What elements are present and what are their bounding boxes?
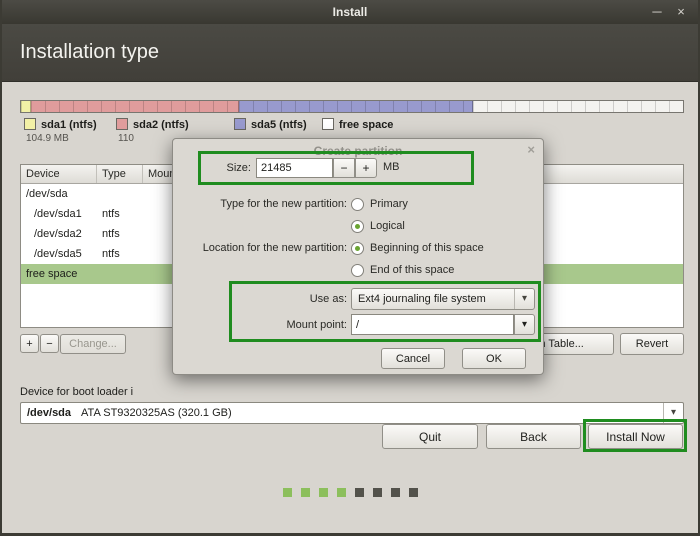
radio-end-label: End of this space	[370, 264, 454, 276]
radio-end-of-space[interactable]: End of this space	[351, 262, 454, 278]
page-title: Installation type	[20, 24, 698, 81]
cell-type: ntfs	[97, 208, 143, 220]
mount-point-dropdown-button[interactable]: ▾	[514, 314, 535, 335]
close-icon[interactable]: ×	[670, 0, 692, 24]
legend-swatch-sda1	[24, 118, 36, 130]
radio-icon-checked	[351, 220, 364, 233]
boot-device-details: ATA ST9320325AS (320.1 GB)	[81, 407, 232, 419]
install-now-button[interactable]: Install Now	[588, 424, 683, 449]
revert-button[interactable]: Revert	[620, 333, 684, 355]
use-as-label: Use as:	[173, 291, 347, 307]
legend-label: sda2 (ntfs)	[133, 119, 189, 131]
window-title: Install	[2, 0, 698, 24]
cell-device: /dev/sda1	[21, 208, 97, 220]
slideshow-dot	[373, 488, 382, 497]
legend-label: sda5 (ntfs)	[251, 119, 307, 131]
legend-item-free-space: free space	[322, 118, 393, 131]
cell-type: ntfs	[97, 248, 143, 260]
slideshow-dot-active	[301, 488, 310, 497]
create-partition-dialog: Create partition × Size: − + MB Type for…	[172, 138, 544, 375]
legend-item-sda1: sda1 (ntfs) 104.9 MB	[24, 118, 97, 144]
legend-label: sda1 (ntfs)	[41, 119, 97, 131]
mount-point-label: Mount point:	[173, 317, 347, 333]
legend-item-sda5: sda5 (ntfs)	[234, 118, 307, 131]
chevron-down-icon: ▾	[522, 319, 527, 330]
radio-beginning-of-space[interactable]: Beginning of this space	[351, 240, 484, 256]
size-unit-label: MB	[383, 161, 400, 173]
slideshow-dot	[355, 488, 364, 497]
size-label: Size:	[173, 160, 251, 176]
use-as-dropdown[interactable]: Ext4 journaling file system ▾	[351, 288, 535, 310]
partition-segment-free	[473, 101, 683, 112]
radio-icon-checked	[351, 242, 364, 255]
remove-partition-button[interactable]: −	[40, 334, 59, 353]
boot-device-dropdown[interactable]: /dev/sda ATA ST9320325AS (320.1 GB) ▾	[20, 402, 684, 424]
radio-icon-unchecked	[351, 198, 364, 211]
boot-loader-label: Device for boot loader i	[20, 386, 133, 398]
legend-label: free space	[339, 119, 393, 131]
slideshow-dot-active	[283, 488, 292, 497]
dialog-close-icon[interactable]: ×	[527, 142, 535, 157]
add-partition-button[interactable]: +	[20, 334, 39, 353]
slideshow-dot	[409, 488, 418, 497]
legend-swatch-sda5	[234, 118, 246, 130]
column-header-type[interactable]: Type	[97, 165, 143, 183]
location-label: Location for the new partition:	[173, 240, 347, 256]
radio-beginning-label: Beginning of this space	[370, 242, 484, 254]
legend-swatch-sda2	[116, 118, 128, 130]
partition-bar	[20, 100, 684, 113]
slideshow-dot-active	[319, 488, 328, 497]
radio-primary[interactable]: Primary	[351, 196, 408, 212]
radio-primary-label: Primary	[370, 198, 408, 210]
partition-segment-sda1	[21, 101, 31, 112]
slideshow-progress-dots	[2, 488, 698, 497]
dialog-title: Create partition	[173, 144, 543, 158]
size-decrement-button[interactable]: −	[333, 158, 355, 178]
cell-device: /dev/sda5	[21, 248, 97, 260]
radio-icon-unchecked	[351, 264, 364, 277]
chevron-down-icon: ▾	[663, 403, 683, 423]
partition-segment-sda5	[239, 101, 473, 112]
boot-device-value: /dev/sda	[27, 407, 71, 419]
type-label: Type for the new partition:	[173, 196, 347, 212]
chevron-down-icon: ▾	[514, 289, 534, 309]
radio-logical-label: Logical	[370, 220, 405, 232]
cell-device: /dev/sda2	[21, 228, 97, 240]
cell-device: /dev/sda	[21, 188, 97, 200]
legend-swatch-free	[322, 118, 334, 130]
legend-size: 104.9 MB	[26, 133, 97, 144]
mount-point-input[interactable]	[351, 314, 514, 335]
column-header-device[interactable]: Device	[21, 165, 97, 183]
install-window: Install ─ × Installation type sda1 (ntfs…	[0, 0, 700, 536]
slideshow-dot-active	[337, 488, 346, 497]
partition-segment-sda2	[31, 101, 239, 112]
use-as-value: Ext4 journaling file system	[358, 293, 486, 305]
slideshow-dot	[391, 488, 400, 497]
back-button[interactable]: Back	[486, 424, 581, 449]
cell-device: free space	[21, 268, 97, 280]
cancel-button[interactable]: Cancel	[381, 348, 445, 369]
size-increment-button[interactable]: +	[355, 158, 377, 178]
radio-logical[interactable]: Logical	[351, 218, 405, 234]
page-header: Installation type	[2, 24, 698, 82]
change-button[interactable]: Change...	[60, 334, 126, 354]
minimize-icon[interactable]: ─	[646, 0, 668, 24]
size-input[interactable]	[256, 158, 333, 178]
cell-type: ntfs	[97, 228, 143, 240]
ok-button[interactable]: OK	[462, 348, 526, 369]
quit-button[interactable]: Quit	[382, 424, 478, 449]
titlebar: Install ─ ×	[2, 0, 698, 24]
